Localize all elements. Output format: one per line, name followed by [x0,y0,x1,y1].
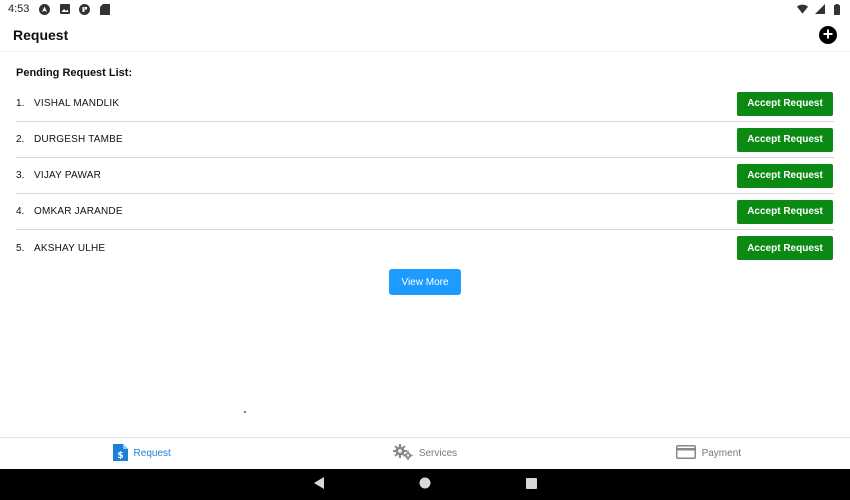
accept-request-button[interactable]: Accept Request [737,91,833,116]
navigation-icon [39,3,51,15]
plus-circle-icon [823,26,833,44]
list-item: 5. AKSHAY ULHE Accept Request [16,230,834,266]
add-request-button[interactable] [819,25,837,44]
photo-icon [59,4,70,15]
request-name: VIJAY PAWAR [34,170,102,181]
recents-button[interactable] [524,476,538,494]
gears-icon [392,444,413,463]
system-nav-bar [0,469,850,500]
pending-request-list: 1. VISHAL MANDLIK Accept Request 2. DURG… [16,86,834,266]
tab-request[interactable]: $ Request [0,438,283,469]
request-index: 3. [16,170,25,181]
request-name: VISHAL MANDLIK [34,98,120,109]
view-more-button[interactable]: View More [389,269,461,295]
view-more-container: View More [16,269,834,295]
request-index: 4. [16,206,25,217]
signal-icon [814,4,825,15]
tab-services[interactable]: Services [283,438,566,469]
tab-label: Payment [701,448,742,459]
bottom-tab-bar: $ Request Services Payment [0,437,850,469]
status-system-icons [797,3,842,15]
app-header: Request [0,18,850,52]
request-name: DURGESH TAMBE [34,134,123,145]
request-index: 5. [16,242,25,254]
status-notification-icons [39,3,110,15]
media-icon [79,3,91,15]
accept-request-button[interactable]: Accept Request [737,236,833,260]
back-button[interactable] [312,476,326,494]
request-index: 2. [16,134,25,145]
pending-request-section: Pending Request List: 1. VISHAL MANDLIK … [16,64,834,295]
back-triangle-icon [313,476,325,494]
request-index: 1. [16,98,25,109]
list-item: 3. VIJAY PAWAR Accept Request [16,158,834,194]
list-item: 4. OMKAR JARANDE Accept Request [16,194,834,230]
accept-request-button[interactable]: Accept Request [737,163,833,188]
status-time: 4:53 [8,3,30,15]
svg-text:$: $ [117,451,123,461]
pending-list-title: Pending Request List: [16,67,133,79]
home-button[interactable] [418,476,432,494]
tab-label: Services [418,448,458,459]
list-item: 1. VISHAL MANDLIK Accept Request [16,86,834,122]
tab-label: Request [133,448,171,459]
accept-request-button[interactable]: Accept Request [737,199,833,224]
request-name: AKSHAY ULHE [34,242,106,254]
page-title: Request [13,26,69,43]
sim-icon [99,3,110,15]
battery-icon [831,3,842,15]
request-name: OMKAR JARANDE [34,206,123,217]
card-icon [675,445,696,462]
wifi-icon [797,4,808,15]
home-circle-icon [419,476,431,494]
status-bar: 4:53 [0,0,850,18]
request-doc-icon: $ [112,443,128,464]
tab-payment[interactable]: Payment [567,438,850,469]
stray-dot [244,411,246,413]
accept-request-button[interactable]: Accept Request [737,127,833,152]
list-item: 2. DURGESH TAMBE Accept Request [16,122,834,158]
recents-square-icon [525,476,537,494]
